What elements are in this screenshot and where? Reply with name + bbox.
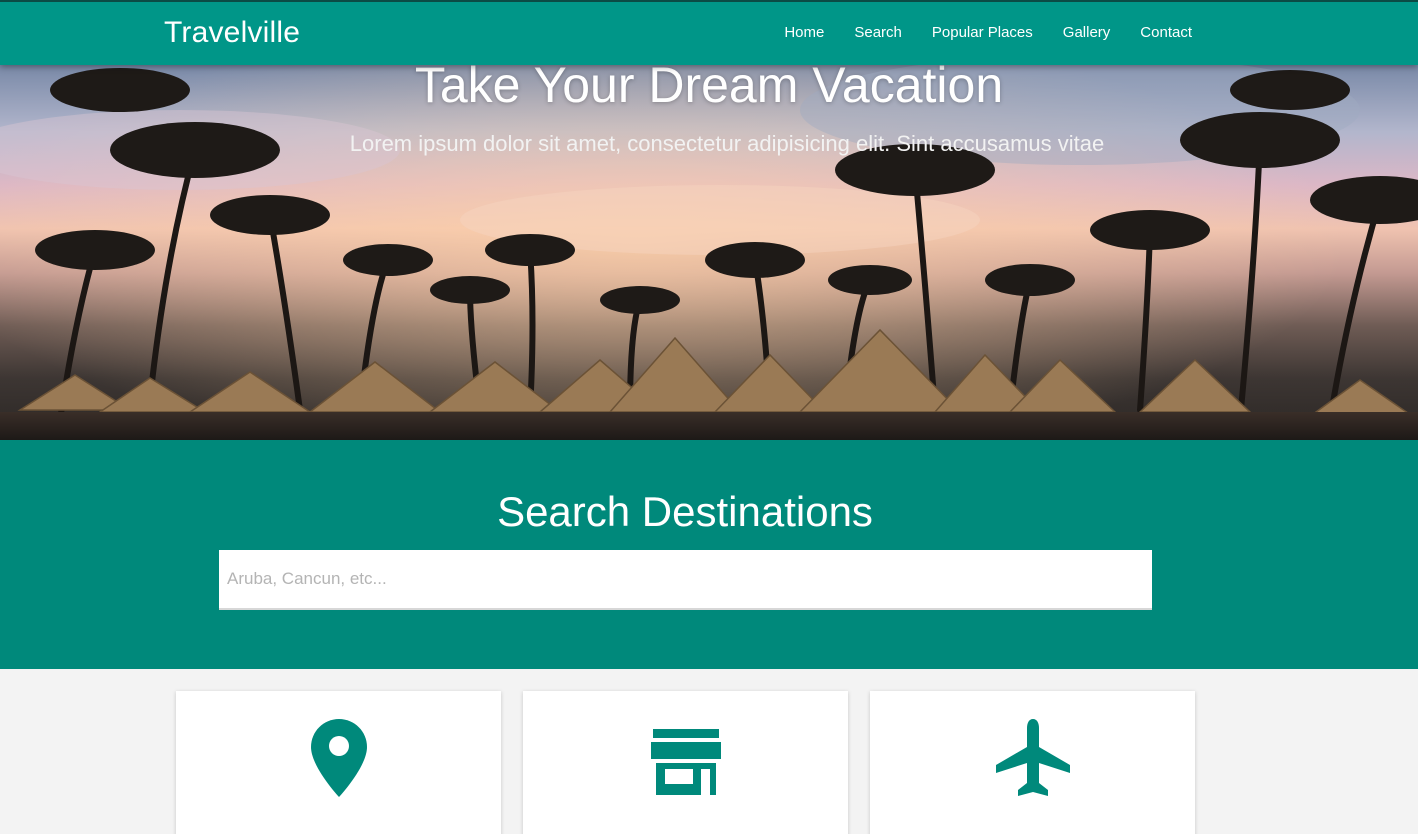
hero-subtitle: Lorem ipsum dolor sit amet, consectetur … <box>349 131 1105 156</box>
nav-links: Home Search Popular Places Gallery Conta… <box>754 24 1192 41</box>
map-marker-icon <box>176 719 501 802</box>
feature-card-store <box>523 691 848 834</box>
search-input[interactable] <box>219 550 1152 610</box>
nav-link-search[interactable]: Search <box>854 24 902 41</box>
search-title: Search Destinations <box>497 488 873 535</box>
nav-link-home[interactable]: Home <box>784 24 824 41</box>
nav-link-gallery[interactable]: Gallery <box>1063 24 1111 41</box>
nav-link-contact[interactable]: Contact <box>1140 24 1192 41</box>
feature-cards <box>176 691 1196 834</box>
airplane-icon <box>870 719 1195 802</box>
feature-card-location <box>176 691 501 834</box>
hero-section: Take Your Dream Vacation Lorem ipsum dol… <box>0 0 1418 440</box>
page: Take Your Dream Vacation Lorem ipsum dol… <box>0 0 1418 834</box>
nav-link-popular-places[interactable]: Popular Places <box>932 24 1033 41</box>
search-section: Search Destinations <box>0 440 1418 669</box>
navbar: Travelville Home Search Popular Places G… <box>0 0 1418 65</box>
store-icon <box>523 719 848 800</box>
brand-logo[interactable]: Travelville <box>164 16 300 50</box>
feature-card-flights <box>870 691 1195 834</box>
